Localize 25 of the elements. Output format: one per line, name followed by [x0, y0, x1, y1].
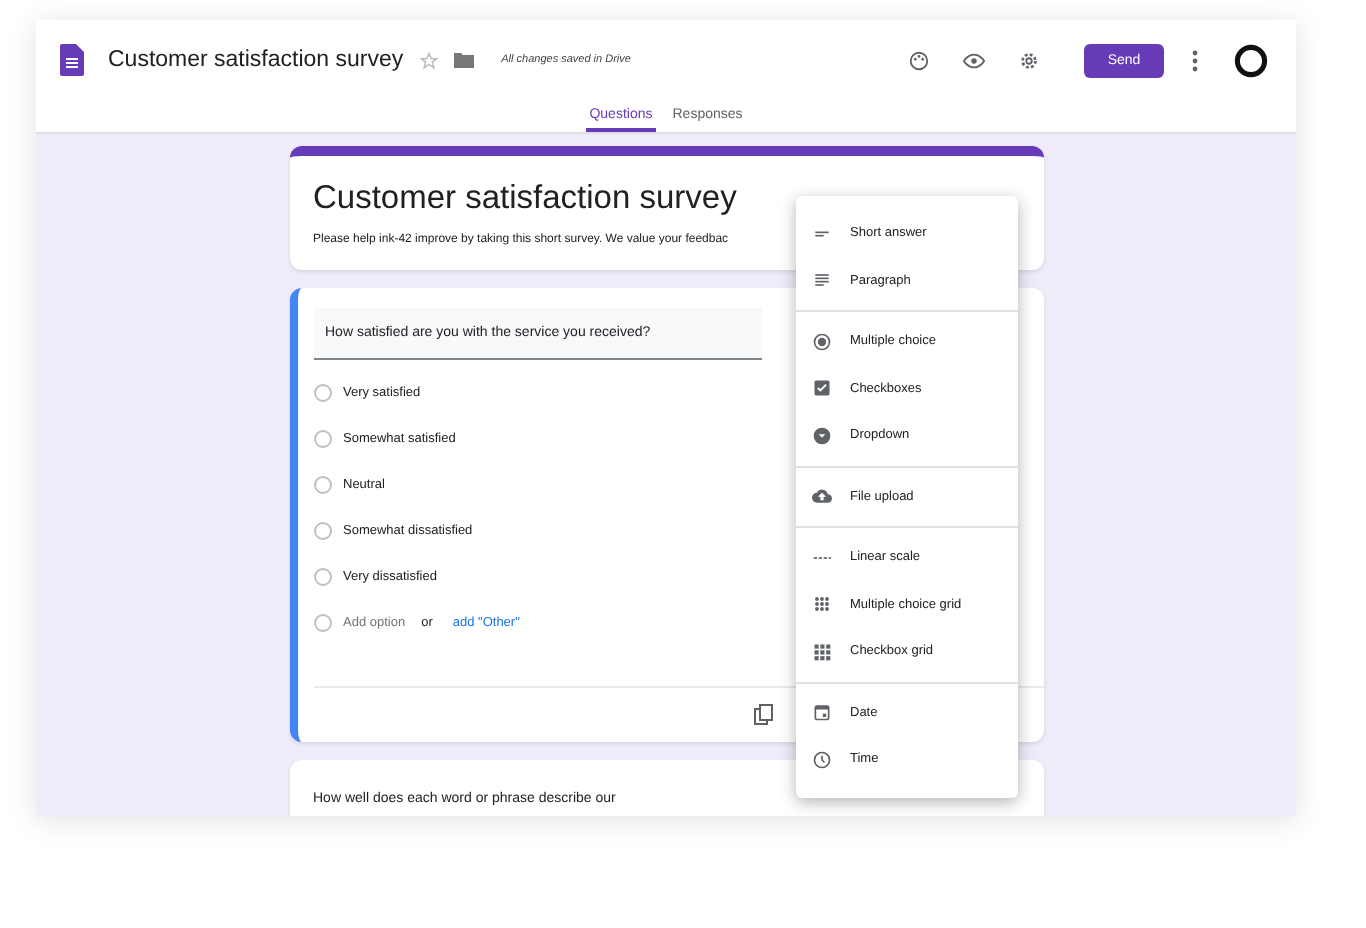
radio-button[interactable]: [313, 476, 331, 494]
radio-selected-icon: [812, 331, 832, 352]
folder-icon[interactable]: [453, 52, 474, 68]
paragraph-lines-icon: [812, 270, 832, 291]
dot-grid-icon: [812, 594, 832, 615]
square-grid-icon: [812, 641, 832, 662]
copy-icon[interactable]: [753, 704, 773, 726]
radio-button[interactable]: [313, 568, 331, 586]
eye-icon[interactable]: [962, 49, 986, 71]
settings-icon[interactable]: [1018, 49, 1040, 71]
palette-icon[interactable]: [908, 49, 930, 71]
clock-icon: [812, 749, 832, 770]
form-name: Customer satisfaction survey: [108, 48, 404, 72]
dropdown-circle-icon: [812, 425, 832, 446]
more-icon[interactable]: [1192, 49, 1198, 71]
cloud-upload-icon: [812, 486, 832, 507]
star-icon[interactable]: [419, 51, 438, 69]
radio-button[interactable]: [313, 522, 331, 540]
checkbox-checked-icon: [812, 378, 832, 399]
calendar-icon: [812, 702, 832, 723]
avatar-icon[interactable]: [1234, 43, 1268, 77]
radio-button[interactable]: [313, 430, 331, 448]
form-title: Customer satisfaction survey: [313, 180, 739, 218]
form-document-icon: [60, 44, 84, 76]
radio-button[interactable]: [313, 384, 331, 402]
